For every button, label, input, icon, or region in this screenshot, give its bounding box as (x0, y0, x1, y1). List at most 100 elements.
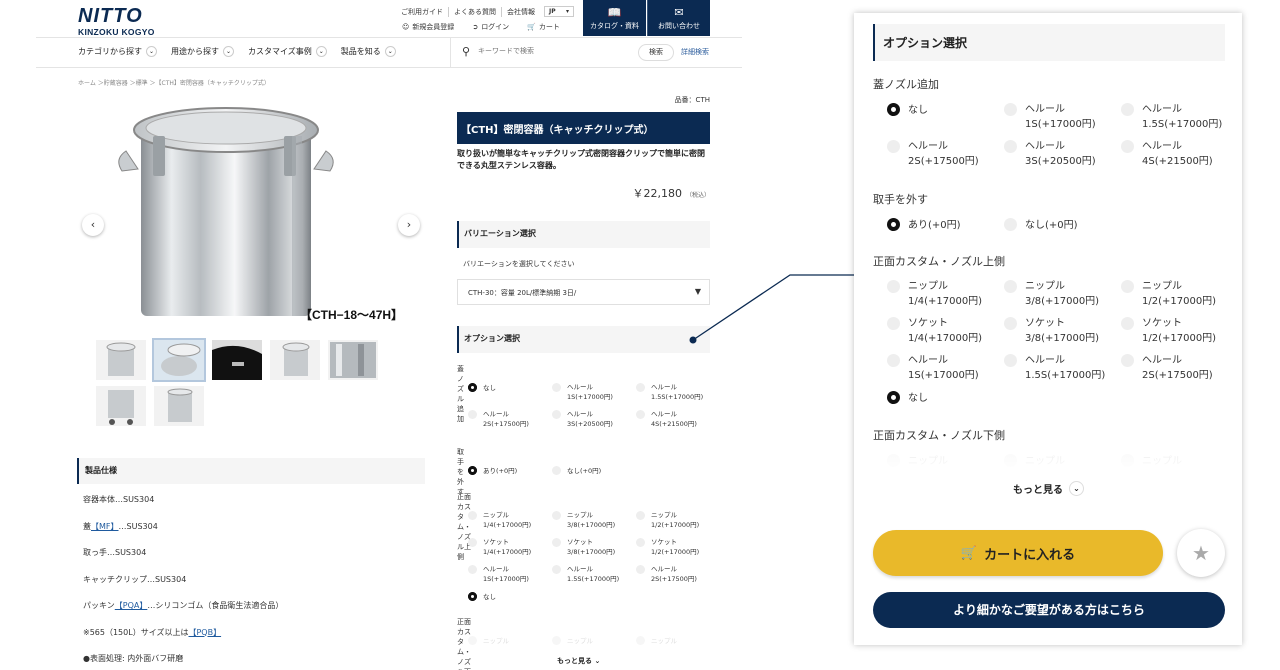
contact-button[interactable]: ✉ お問い合わせ (647, 0, 710, 36)
radio-button[interactable] (887, 280, 900, 293)
spec-link[interactable]: 【PQA】 (115, 601, 148, 610)
spec-link[interactable]: 【PQB】 (188, 628, 221, 637)
show-more-link-small[interactable]: もっと見る ⌄ (557, 656, 600, 666)
site-logo[interactable]: NITTO KINZOKU KOGYO (78, 6, 155, 37)
radio-button[interactable] (468, 410, 477, 419)
radio-button[interactable] (468, 565, 477, 574)
search-input[interactable] (478, 47, 628, 55)
radio-button[interactable] (468, 383, 477, 392)
radio-button[interactable] (1121, 317, 1134, 330)
signup-link[interactable]: ☺ 新規会員登録 (402, 22, 454, 32)
radio-button[interactable] (468, 511, 477, 520)
radio-button[interactable] (1004, 218, 1017, 231)
spec-text: …SUS304 (118, 521, 158, 531)
option-label-line1: ソケット (1142, 318, 1182, 329)
nav-learn[interactable]: 製品を知る ⌄ (341, 46, 396, 57)
guide-link[interactable]: ご利用ガイド (396, 7, 448, 17)
spec-line: ●表面処理: 内外面バフ研磨 (83, 653, 283, 670)
radio-button[interactable] (552, 511, 561, 520)
spec-line: キャッチクリップ…SUS304 (83, 574, 283, 601)
faq-link[interactable]: よくある質問 (448, 6, 501, 17)
signup-label: 新規会員登録 (412, 23, 455, 31)
option-label-line2: 2S(+17500円) (651, 575, 697, 583)
nav-custom[interactable]: カスタマイズ事例 ⌄ (248, 46, 327, 57)
radio-button[interactable] (1004, 140, 1017, 153)
show-more-label: もっと見る (557, 657, 592, 665)
advanced-search-link[interactable]: 詳細検索 (681, 47, 709, 57)
radio-button[interactable] (887, 317, 900, 330)
nav-category[interactable]: カテゴリから探す ⌄ (78, 46, 157, 57)
option-label: あり(+0円) (483, 466, 517, 476)
radio-button[interactable] (636, 636, 645, 645)
thumbnail[interactable] (270, 340, 320, 380)
chevron-down-icon: ▾ (565, 8, 569, 15)
cart-label: カート (538, 23, 560, 31)
language-select[interactable]: JP ▾ (544, 6, 574, 17)
radio-button[interactable] (887, 103, 900, 116)
radio-button[interactable] (1121, 354, 1134, 367)
radio-button[interactable] (1004, 103, 1017, 116)
thumbnail[interactable] (152, 338, 206, 382)
thumbnail[interactable] (154, 386, 204, 426)
radio-button[interactable] (468, 466, 477, 475)
radio-button[interactable] (887, 140, 900, 153)
radio-button[interactable] (552, 538, 561, 547)
company-link[interactable]: 会社情報 (501, 6, 540, 17)
product-sku: 品番：CTH (674, 96, 710, 104)
radio-button[interactable] (552, 410, 561, 419)
add-to-cart-button[interactable]: 🛒 カートに入れる (873, 530, 1163, 576)
radio-button[interactable] (468, 636, 477, 645)
gallery-prev-button[interactable]: ‹ (82, 214, 104, 236)
search-button[interactable]: 検索 (638, 44, 674, 61)
radio-button[interactable] (468, 592, 477, 601)
radio-button[interactable] (887, 354, 900, 367)
radio-button[interactable] (552, 383, 561, 392)
thumbnail-strip (96, 338, 386, 426)
radio-button[interactable] (636, 565, 645, 574)
login-link[interactable]: ➲ ログイン (472, 22, 509, 32)
favorite-button[interactable]: ★ (1177, 529, 1225, 577)
spec-list: 容器本体…SUS304 蓋【MF】…SUS304 取っ手…SUS304 キャッチ… (83, 494, 283, 670)
show-more-label: もっと見る (1013, 485, 1063, 496)
request-button[interactable]: より細かなご要望がある方はこちら (873, 592, 1225, 628)
gallery-next-button[interactable]: › (398, 214, 420, 236)
radio-button[interactable] (552, 636, 561, 645)
cart-link[interactable]: 🛒 カート (527, 22, 560, 32)
option-label-line2: 1/2(+17000円) (651, 548, 700, 556)
catalog-button[interactable]: 📖 カタログ・資料 (583, 0, 646, 36)
spec-text: 取っ手…SUS304 (83, 548, 147, 557)
thumbnail[interactable] (96, 340, 146, 380)
option-label-line1: ニップル (567, 511, 593, 519)
radio-button[interactable] (552, 565, 561, 574)
radio-button[interactable] (636, 511, 645, 520)
option-label-line1: ヘルール (908, 355, 948, 366)
option-label-line1: ニップル (651, 511, 677, 519)
radio-button[interactable] (636, 383, 645, 392)
thumbnail[interactable] (96, 386, 146, 426)
nav-usage[interactable]: 用途から探す ⌄ (171, 46, 234, 57)
option-label: ソケット 1/4(+17000円) (483, 537, 531, 557)
radio-button[interactable] (1121, 103, 1134, 116)
radio-button[interactable] (1004, 354, 1017, 367)
option-label-line1: ニップル (908, 281, 948, 292)
option-label: ヘルール 3S(+20500円) (567, 409, 613, 429)
radio-button[interactable] (1121, 280, 1134, 293)
show-more-link[interactable]: もっと見る ⌄ (1013, 481, 1084, 496)
option-label-line1: ソケット (567, 538, 593, 546)
radio-button[interactable] (636, 410, 645, 419)
option-label: ヘルール 1.5S(+17000円) (651, 382, 703, 402)
thumbnail[interactable] (212, 340, 262, 380)
radio-button[interactable] (468, 538, 477, 547)
radio-button[interactable] (1004, 280, 1017, 293)
radio-button[interactable] (636, 538, 645, 547)
thumbnail[interactable] (328, 340, 378, 380)
radio-button[interactable] (1004, 317, 1017, 330)
radio-button[interactable] (887, 391, 900, 404)
spec-link[interactable]: 【MF】 (91, 522, 119, 531)
radio-button[interactable] (887, 218, 900, 231)
variation-select[interactable]: CTH-30：容量 20L/標準納期 3日/ ▼ (457, 279, 710, 305)
radio-button[interactable] (552, 466, 561, 475)
option-label-line2: 3/8(+17000円) (1025, 333, 1100, 344)
radio-button[interactable] (1121, 140, 1134, 153)
login-icon: ➲ (472, 23, 479, 31)
